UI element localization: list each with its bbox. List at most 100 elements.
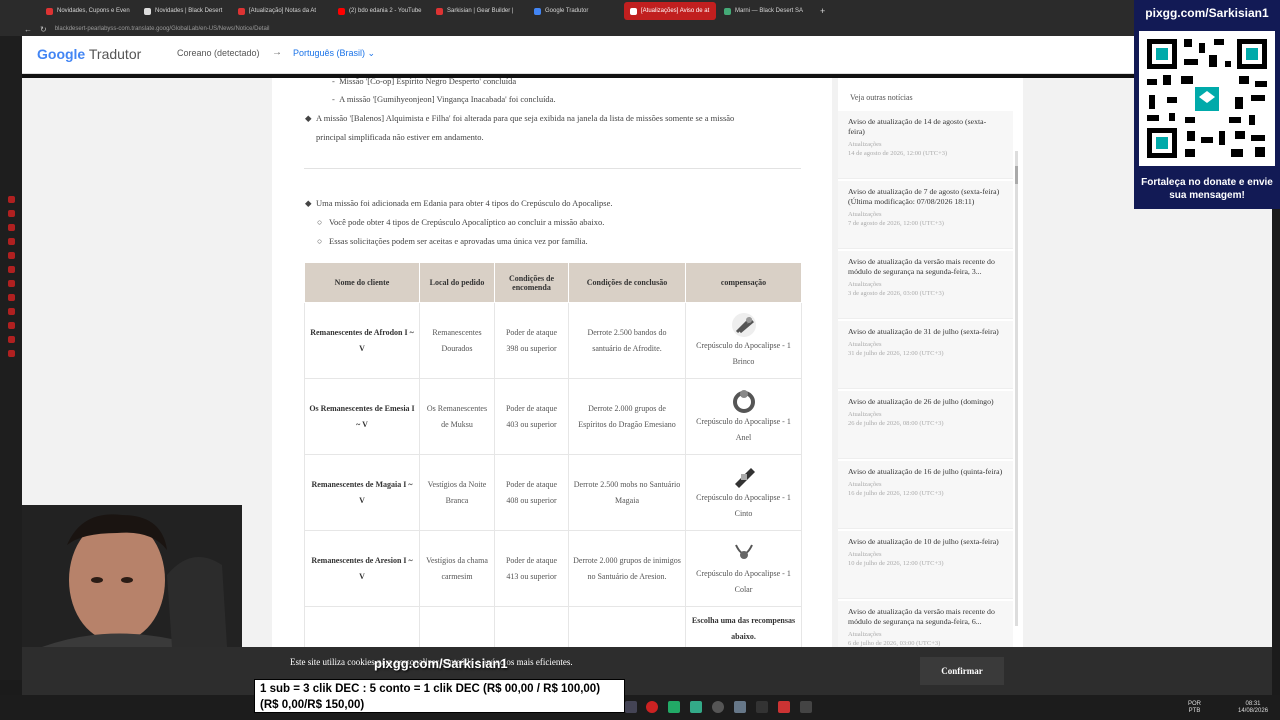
app-icon[interactable] — [778, 701, 790, 713]
app-icon[interactable] — [646, 701, 658, 713]
news-category: Atualizações — [848, 631, 882, 638]
sidebar-scrollbar[interactable] — [1015, 151, 1018, 626]
new-tab-button[interactable]: + — [814, 2, 831, 20]
favicon-icon — [144, 7, 151, 15]
target-language[interactable]: Português (Brasil) ⌄ — [293, 48, 375, 59]
column-header: Condições de conclusão — [568, 262, 686, 303]
browser-tab-active[interactable]: [Atualizações] Aviso de at — [624, 2, 716, 20]
news-item[interactable]: Aviso de atualização de 7 de agosto (sex… — [838, 181, 1013, 249]
browser-tab[interactable]: [Atualização] Notas da At — [232, 2, 330, 20]
order-cell: Poder de ataque 403 ou superior — [494, 378, 569, 455]
table-row: Remanescentes de Aresion I ~ V Vestígios… — [304, 530, 802, 607]
news-date: 3 de agosto de 2026, 03:00 (UTC+3) — [848, 290, 944, 297]
reward-cell: Crepúsculo do Apocalipse - 1 Brinco — [685, 302, 802, 379]
stream-overlay-name: pixgg.com/Sarkisian1 — [374, 656, 508, 671]
bullet-diamond-icon: ◆ — [305, 198, 312, 208]
streamer-webcam-image — [22, 505, 242, 647]
order-cell: Poder de ataque 408 ou superior — [494, 454, 569, 531]
location-cell: Vestígios da Noite Branca — [419, 454, 495, 531]
translator-header: Google Tradutor Coreano (detectado) → Po… — [22, 36, 1272, 74]
donate-url: pixgg.com/Sarkisian1 — [1145, 6, 1269, 20]
news-category: Atualizações — [848, 281, 882, 288]
news-item[interactable]: Aviso de atualização da versão mais rece… — [838, 251, 1013, 319]
order-cell: Poder de ataque 413 ou superior — [494, 530, 569, 607]
news-category: Atualizações — [848, 481, 882, 488]
side-app-icon[interactable] — [7, 252, 15, 259]
client-cell: Remanescentes de Afrodon I ~ V — [304, 302, 420, 379]
donate-message: Fortaleça no donate e envie sua mensagem… — [1141, 177, 1273, 201]
side-app-icon[interactable] — [7, 308, 15, 315]
language-indicator[interactable]: POR PTB — [1188, 701, 1201, 715]
reward-cell: Crepúsculo do Apocalipse - 1 Cinto — [685, 454, 802, 531]
app-icon[interactable] — [668, 701, 680, 713]
side-app-icon[interactable] — [7, 196, 15, 203]
side-app-icon[interactable] — [7, 336, 15, 343]
news-sidebar: Veja outras notícias Aviso de atualizaçã… — [838, 78, 1023, 680]
favicon-icon — [630, 7, 637, 15]
side-app-icon[interactable] — [7, 280, 15, 287]
browser-tab[interactable]: Sarkisian | Gear Builder | — [430, 2, 526, 20]
article-text: - A missão '[Gumihyeonjeon] Vingança Ina… — [332, 94, 556, 104]
subscription-goal-box: 1 sub = 3 clik DEC : 5 conto = 1 clik DE… — [254, 679, 625, 713]
arrow-right-icon: → — [272, 47, 282, 58]
back-icon[interactable]: ← — [24, 25, 32, 34]
client-cell: Remanescentes de Magaia I ~ V — [304, 454, 420, 531]
article-text: - Missão '[Co-op] Espírito Negro Despert… — [332, 76, 517, 86]
necklace-icon — [734, 544, 753, 559]
bullet-circle-icon: ○ — [317, 236, 323, 246]
news-title: Aviso de atualização de 31 de julho (sex… — [848, 327, 999, 336]
belt-icon — [734, 467, 755, 488]
location-cell: Os Remanescentes de Muksu — [419, 378, 495, 455]
news-category: Atualizações — [848, 411, 882, 418]
browser-tab[interactable]: Marni — Black Desert SA — [718, 2, 812, 20]
news-title: Aviso de atualização de 14 de agosto (se… — [848, 117, 987, 136]
article-text: Uma missão foi adicionada em Edania para… — [316, 198, 613, 208]
app-icon[interactable] — [712, 701, 724, 713]
column-header: Condições de encomenda — [494, 262, 569, 303]
earring-icon — [731, 312, 756, 337]
news-item[interactable]: Aviso de atualização de 31 de julho (sex… — [838, 321, 1013, 389]
qr-code-graphic — [1139, 31, 1275, 166]
browser-tab-bar: Novidades, Cupons e Even Novidades | Bla… — [0, 0, 1280, 22]
url-field[interactable]: blackdesert-pearlabyss-com.translate.goo… — [55, 26, 270, 32]
quest-table: Nome do cliente Local do pedido Condiçõe… — [304, 262, 802, 680]
news-date: 26 de julho de 2026, 08:00 (UTC+3) — [848, 420, 944, 427]
news-date: 16 de julho de 2026, 12:00 (UTC+3) — [848, 490, 944, 497]
browser-tab[interactable]: (2) bdo edania 2 - YouTube — [332, 2, 428, 20]
side-app-icon[interactable] — [7, 322, 15, 329]
app-icon[interactable] — [690, 701, 702, 713]
side-app-icon[interactable] — [7, 210, 15, 217]
side-app-icon[interactable] — [7, 266, 15, 273]
browser-tab[interactable]: Google Tradutor — [528, 2, 622, 20]
news-item[interactable]: Aviso de atualização de 16 de julho (qui… — [838, 461, 1013, 529]
google-translate-icon — [534, 7, 541, 15]
location-cell: Remanescentes Dourados — [419, 302, 495, 379]
bullet-diamond-icon: ◆ — [305, 113, 312, 123]
favicon-icon — [436, 7, 443, 15]
divider — [304, 168, 801, 169]
cookie-banner: Este site utiliza cookies para personali… — [22, 647, 1272, 695]
sidebar-scroll-thumb[interactable] — [1015, 166, 1018, 184]
browser-tab[interactable]: Novidades, Cupons e Even — [40, 2, 136, 20]
app-icon[interactable] — [734, 701, 746, 713]
app-icon[interactable] — [625, 701, 637, 713]
google-translate-logo[interactable]: Google Tradutor — [37, 46, 141, 62]
news-item[interactable]: Aviso de atualização de 26 de julho (dom… — [838, 391, 1013, 459]
side-app-icon[interactable] — [7, 238, 15, 245]
column-header: Local do pedido — [419, 262, 495, 303]
ring-icon — [732, 389, 755, 413]
news-item[interactable]: Aviso de atualização de 14 de agosto (se… — [838, 111, 1013, 179]
browser-tab[interactable]: Novidades | Black Desert — [138, 2, 230, 20]
side-app-icon[interactable] — [7, 224, 15, 231]
app-icon[interactable] — [800, 701, 812, 713]
source-language[interactable]: Coreano (detectado) — [177, 48, 260, 58]
news-item[interactable]: Aviso de atualização de 10 de julho (sex… — [838, 531, 1013, 599]
confirm-button[interactable]: Confirmar — [920, 657, 1004, 685]
app-icon[interactable] — [756, 701, 768, 713]
clock[interactable]: 08:31 14/08/2026 — [1238, 701, 1268, 715]
reload-icon[interactable]: ↻ — [40, 25, 47, 34]
side-app-icon[interactable] — [7, 294, 15, 301]
side-app-icon[interactable] — [7, 350, 15, 357]
favicon-icon — [238, 7, 245, 15]
address-bar: ← ↻ blackdesert-pearlabyss-com.translate… — [0, 22, 1280, 36]
